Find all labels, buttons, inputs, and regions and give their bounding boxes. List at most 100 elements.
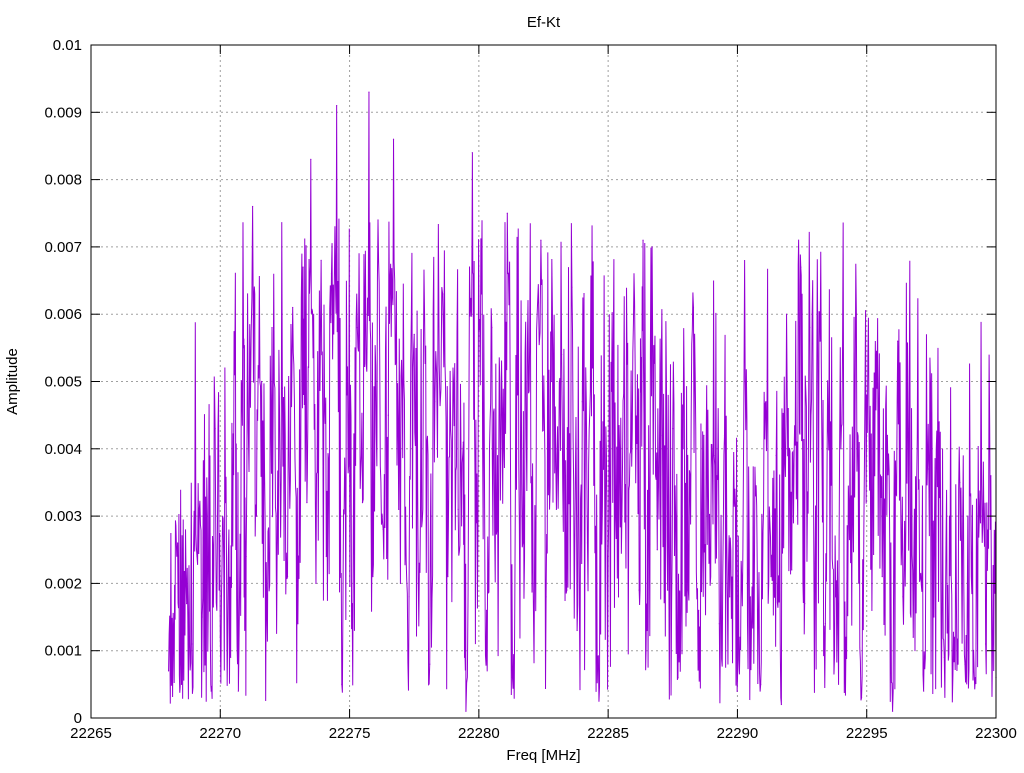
data-point bbox=[638, 589, 640, 591]
data-point bbox=[860, 697, 863, 699]
data-point bbox=[749, 596, 751, 598]
data-point bbox=[959, 481, 961, 484]
data-point bbox=[561, 353, 563, 356]
data-point bbox=[341, 683, 343, 685]
data-point bbox=[835, 596, 837, 598]
data-point bbox=[819, 340, 821, 342]
data-point bbox=[897, 340, 899, 342]
data-point bbox=[522, 542, 524, 544]
data-point bbox=[612, 347, 614, 349]
data-point bbox=[985, 643, 987, 645]
data-point bbox=[255, 515, 258, 517]
data-point bbox=[607, 555, 609, 558]
data-point bbox=[408, 596, 410, 598]
data-point bbox=[866, 394, 868, 396]
data-point bbox=[651, 246, 653, 248]
data-point bbox=[586, 542, 589, 544]
data-point bbox=[392, 138, 395, 140]
data-point bbox=[320, 259, 322, 261]
data-point bbox=[196, 555, 198, 558]
data-point bbox=[206, 515, 208, 517]
y-tick-label: 0.01 bbox=[53, 37, 82, 54]
data-point bbox=[506, 212, 508, 214]
data-point bbox=[286, 576, 289, 578]
data-point bbox=[933, 616, 935, 618]
data-point bbox=[943, 656, 945, 659]
data-point bbox=[739, 636, 741, 638]
data-point bbox=[708, 562, 710, 564]
data-point bbox=[302, 266, 304, 268]
data-point bbox=[628, 488, 630, 490]
data-point bbox=[814, 562, 816, 564]
data-point bbox=[266, 609, 268, 611]
data-point bbox=[780, 703, 782, 706]
data-point bbox=[292, 306, 294, 309]
data-point bbox=[210, 690, 212, 692]
x-tick-label: 22300 bbox=[975, 725, 1017, 742]
y-tick-label: 0.001 bbox=[44, 643, 82, 660]
data-point bbox=[511, 677, 514, 679]
data-point bbox=[230, 656, 232, 659]
data-point bbox=[948, 515, 951, 517]
data-point bbox=[517, 394, 519, 396]
x-tick-label: 22285 bbox=[587, 725, 629, 742]
y-tick-label: 0.009 bbox=[44, 104, 82, 121]
y-tick-label: 0.005 bbox=[44, 374, 82, 391]
data-point bbox=[667, 589, 669, 591]
data-point bbox=[252, 205, 254, 208]
data-point bbox=[642, 239, 644, 241]
data-point bbox=[698, 609, 700, 611]
data-point bbox=[501, 407, 503, 410]
data-point bbox=[242, 347, 245, 349]
data-point bbox=[661, 434, 664, 436]
data-point bbox=[191, 643, 193, 645]
x-tick-label: 22265 bbox=[70, 725, 112, 742]
data-point bbox=[447, 576, 449, 578]
data-point bbox=[964, 663, 966, 665]
data-point bbox=[800, 266, 802, 268]
data-point bbox=[496, 528, 498, 531]
data-point bbox=[804, 602, 806, 605]
y-tick-label: 0.008 bbox=[44, 172, 82, 189]
data-point bbox=[891, 710, 894, 712]
data-point bbox=[527, 300, 529, 302]
data-point bbox=[475, 522, 477, 524]
data-point bbox=[571, 286, 573, 288]
y-tick-labels: 0 0.001 0.002 0.003 0.004 0.005 0.006 0.007 0.00… bbox=[44, 37, 82, 727]
data-point bbox=[592, 367, 594, 369]
data-point bbox=[623, 394, 625, 396]
y-tick-label: 0.002 bbox=[44, 575, 82, 592]
data-point bbox=[442, 293, 444, 295]
data-point bbox=[219, 636, 221, 638]
data-point bbox=[744, 380, 746, 383]
data-point bbox=[703, 434, 705, 436]
data-point bbox=[902, 596, 904, 598]
data-point bbox=[330, 273, 333, 275]
data-point bbox=[281, 387, 283, 389]
data-point bbox=[540, 239, 542, 241]
data-point bbox=[617, 596, 620, 598]
series-layer bbox=[167, 91, 997, 712]
data-point bbox=[785, 313, 788, 315]
data-point bbox=[398, 508, 400, 510]
chart-container: 22265 22270 22275 22280 22285 22290 22295 22300… bbox=[0, 0, 1024, 768]
data-point bbox=[413, 333, 415, 335]
data-point bbox=[555, 508, 558, 510]
data-point bbox=[429, 663, 431, 665]
data-point bbox=[201, 616, 203, 618]
data-point bbox=[840, 448, 842, 450]
data-point bbox=[602, 421, 604, 423]
data-point bbox=[387, 414, 389, 416]
data-point bbox=[310, 158, 312, 161]
data-point bbox=[928, 468, 930, 470]
data-point bbox=[346, 394, 348, 396]
data-point bbox=[845, 636, 847, 638]
data-point bbox=[824, 623, 826, 625]
chart-svg: 22265 22270 22275 22280 22285 22290 22295 22300… bbox=[4, 14, 1017, 764]
data-point bbox=[770, 576, 772, 578]
data-point bbox=[566, 589, 568, 591]
data-point bbox=[471, 152, 473, 154]
data-point bbox=[829, 421, 832, 423]
data-point bbox=[271, 327, 273, 329]
x-axis-label: Freq [MHz] bbox=[506, 747, 580, 764]
